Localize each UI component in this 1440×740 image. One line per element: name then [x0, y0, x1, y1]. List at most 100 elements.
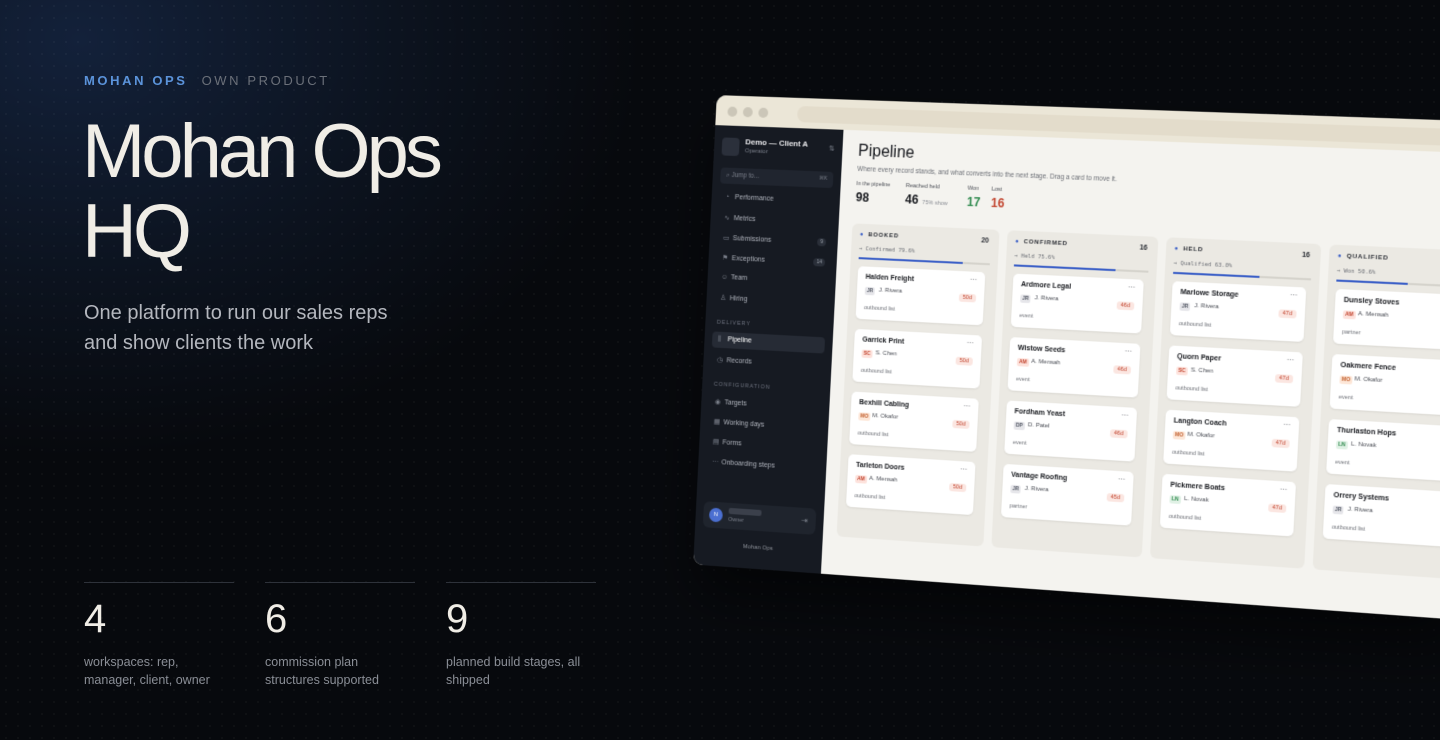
sidebar-item-records[interactable]: ◷ Records — [711, 351, 824, 373]
record-card[interactable]: Vantage Roofing ··· JR J. Rivera 45d partner — [1000, 463, 1134, 526]
column-title: ● QUALIFIED — [1337, 253, 1388, 262]
steps-icon: ⋯ — [711, 458, 719, 467]
sidebar-item-onboarding-steps[interactable]: ⋯ Onboarding steps — [706, 453, 819, 476]
record-owner: J. Rivera — [1194, 303, 1219, 311]
more-menu-icon[interactable]: ··· — [970, 277, 977, 284]
more-menu-icon[interactable]: ··· — [966, 340, 973, 348]
workspace-icon — [721, 137, 740, 157]
age-badge: 46d — [1116, 301, 1135, 311]
record-card[interactable]: Garrick Print ··· SC S. Chen 50d outbound lis… — [852, 328, 983, 389]
record-source: event — [1019, 312, 1034, 320]
owner-initials: LN — [1335, 440, 1348, 450]
record-card[interactable]: Wistow Seeds ··· AM A. Mensah 46d event — [1007, 337, 1141, 398]
sidebar-item-exceptions[interactable]: ⚑ Exceptions 14 — [716, 249, 829, 270]
metric-lost: Lost 16 — [991, 187, 1006, 211]
record-card[interactable]: Langton Coach ··· MO M. Okafor 47d outbound l… — [1163, 409, 1300, 472]
sidebar-item-team[interactable]: ☺ Team — [715, 269, 828, 291]
record-card[interactable]: Dunsley Stoves···AMA. Mensahpartner — [1333, 288, 1440, 351]
record-source: partner — [1009, 503, 1028, 511]
record-card[interactable]: Thurlaston Hops···LNL. Novakevent — [1326, 419, 1440, 482]
record-card[interactable]: Marlowe Storage ··· JR J. Rivera 47d outbound… — [1169, 281, 1307, 342]
record-company: Halden Freight — [865, 273, 915, 284]
sidebar-item-pipeline[interactable]: ⫼ Pipeline — [711, 331, 826, 354]
record-source: outbound list — [1171, 449, 1205, 458]
record-card[interactable]: Pickmere Boats ··· LN L. Novak 47d outbound l… — [1159, 473, 1297, 537]
workspace-switcher[interactable]: Demo — Client A Operator ⇅ — [721, 135, 835, 165]
sidebar-item-forms[interactable]: ▤ Forms — [707, 433, 820, 456]
age-badge: 50d — [952, 419, 970, 429]
record-company: Bexhill Cabling — [858, 399, 910, 410]
owner-initials: SC — [861, 349, 873, 359]
sidebar-item-metrics[interactable]: ∿ Metrics — [718, 209, 831, 230]
record-company: Dunsley Stoves — [1343, 296, 1400, 307]
stat-build-stages: 9 planned build stages, all shipped — [446, 582, 596, 689]
record-source: partner — [1341, 329, 1361, 337]
record-card[interactable]: Orrery Systems···JRJ. Riveraoutbound lis… — [1322, 484, 1440, 548]
metric-value: 46 75% show — [904, 192, 948, 208]
record-company: Thurlaston Hops — [1336, 426, 1397, 438]
record-source: event — [1335, 459, 1350, 467]
record-card[interactable]: Ardmore Legal ··· JR J. Rivera 46d event — [1010, 273, 1144, 334]
window-dot-icon — [742, 107, 753, 118]
page-title: Pipeline — [857, 142, 915, 162]
age-badge: 47d — [1271, 438, 1290, 449]
conversion-bar-fill — [1173, 271, 1260, 278]
metric-value: 17 — [966, 194, 981, 210]
owner-initials: JR — [1020, 294, 1032, 304]
sidebar-item-performance[interactable]: ◔ Performance — [719, 189, 832, 210]
record-source: outbound list — [1331, 524, 1366, 533]
more-menu-icon[interactable]: ··· — [1121, 412, 1129, 420]
more-menu-icon[interactable]: ··· — [1124, 348, 1132, 356]
more-menu-icon[interactable]: ··· — [1283, 422, 1291, 430]
more-menu-icon[interactable]: ··· — [1290, 292, 1298, 300]
owner-initials: JR — [1010, 484, 1022, 494]
conversion-bar — [1013, 264, 1149, 273]
more-menu-icon[interactable]: ··· — [1286, 357, 1294, 365]
more-menu-icon[interactable]: ··· — [1128, 284, 1136, 292]
more-menu-icon[interactable]: ··· — [963, 403, 970, 411]
owner-initials: AM — [1016, 357, 1030, 367]
sidebar-item-label: Pipeline — [727, 336, 752, 345]
sidebar-item-label: Submissions — [732, 235, 772, 244]
record-source: event — [1338, 394, 1354, 402]
sidebar-item-hiring[interactable]: ♙ Hiring — [714, 289, 827, 311]
age-badge: 45d — [1106, 493, 1125, 503]
avatar: N — [708, 507, 723, 523]
more-menu-icon[interactable]: ··· — [1118, 476, 1126, 484]
metric-label: Reached held — [905, 182, 940, 191]
logout-icon[interactable]: ⇥ — [801, 516, 808, 525]
more-menu-icon[interactable]: ··· — [960, 466, 967, 474]
record-owner: J. Rivera — [878, 287, 903, 295]
record-company: Vantage Roofing — [1011, 471, 1068, 483]
age-badge: 47d — [1278, 309, 1297, 319]
column-title: ● HELD — [1174, 246, 1203, 254]
sidebar-item-targets[interactable]: ◉ Targets — [709, 393, 822, 416]
record-card[interactable]: Tarleton Doors ··· AM A. Mensah 50d outbound … — [845, 454, 976, 516]
jump-to-search[interactable]: ⌕ Jump to... ⌘K — [720, 167, 834, 189]
column-name: HELD — [1182, 246, 1204, 254]
sidebar-item-submissions[interactable]: ▭ Submissions 9 — [717, 229, 830, 250]
metric-note: 75% show — [922, 199, 948, 208]
record-owner: A. Mensah — [1031, 358, 1061, 367]
age-badge: 50d — [948, 482, 967, 493]
record-source: outbound list — [860, 367, 892, 376]
record-company: Langton Coach — [1173, 417, 1227, 428]
sidebar-item-working-days[interactable]: ▦ Working days — [708, 413, 821, 436]
metric-reached-held: Reached held 46 75% show — [905, 183, 949, 208]
record-card[interactable]: Fordham Yeast ··· DP D. Patel 46d event — [1004, 400, 1138, 462]
owner-initials: JR — [864, 286, 876, 296]
sidebar-section-delivery: DELIVERY — [716, 319, 751, 328]
record-card[interactable]: Halden Freight ··· JR J. Rivera 50d outbound … — [855, 266, 986, 326]
record-card[interactable]: Bexhill Cabling ··· MO M. Okafor 50d outbound… — [849, 391, 979, 452]
eyebrow-tag: OWN PRODUCT — [201, 73, 330, 88]
record-card[interactable]: Oakmere Fence···MOM. Okaforevent — [1329, 353, 1440, 417]
stat-label: commission plan structures supported — [265, 655, 379, 687]
metric-value: 16 — [990, 195, 1005, 211]
record-company: Marlowe Storage — [1180, 288, 1239, 299]
record-card[interactable]: Quorn Paper ··· SC S. Chen 47d outbound list — [1166, 345, 1303, 407]
record-company: Ardmore Legal — [1020, 281, 1072, 291]
conversion-rate: → Qualified 63.0% — [1173, 260, 1233, 270]
gauge-icon: ◔ — [725, 193, 730, 201]
user-menu[interactable]: N Owner ⇥ — [702, 501, 817, 535]
more-menu-icon[interactable]: ··· — [1280, 486, 1288, 494]
